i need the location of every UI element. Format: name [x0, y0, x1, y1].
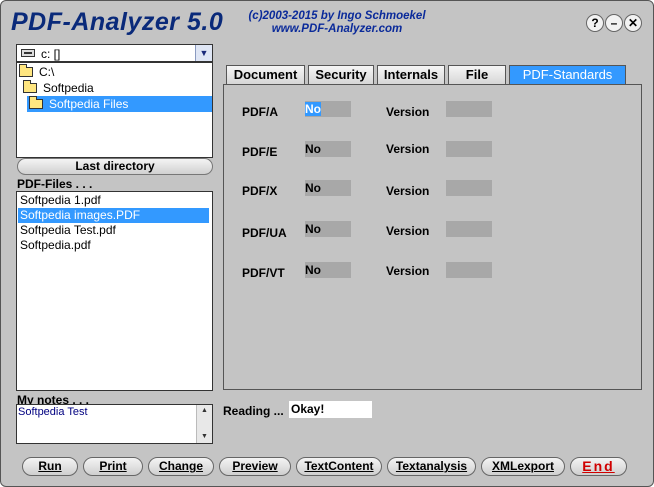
tab-file[interactable]: File — [448, 65, 506, 84]
standard-value-text: No — [305, 263, 321, 277]
standard-label: PDF/VT — [242, 266, 285, 280]
folder-open-icon — [23, 80, 37, 93]
standard-value: No — [305, 180, 351, 196]
file-item[interactable]: Softpedia.pdf — [20, 238, 91, 253]
version-label: Version — [386, 105, 430, 119]
standard-label: PDF/E — [242, 145, 278, 159]
chevron-down-icon[interactable]: ▼ — [195, 45, 212, 61]
drive-select[interactable]: c: [] ▼ — [16, 44, 213, 62]
directory-label: Softpedia Files — [49, 97, 129, 111]
standard-value: No — [305, 141, 351, 157]
directory-item[interactable]: Softpedia — [23, 80, 94, 96]
standard-value: No — [305, 221, 351, 237]
directory-label: C:\ — [39, 65, 55, 79]
standard-label: PDF/X — [242, 184, 278, 198]
version-value — [446, 221, 492, 237]
run-button[interactable]: Run — [22, 457, 78, 476]
version-value — [446, 101, 492, 117]
website-line: www.PDF-Analyzer.com — [271, 23, 403, 35]
file-item[interactable]: Softpedia images.PDF — [18, 208, 209, 223]
standard-value-text: No — [305, 142, 321, 156]
standard-label: PDF/A — [242, 105, 278, 119]
copyright-line: (c)2003-2015 by Ingo Schmoekel — [248, 10, 426, 22]
tab-pdf-standards[interactable]: PDF-Standards — [509, 65, 626, 84]
tab-document[interactable]: Document — [226, 65, 305, 84]
copyright-text: (c)2003-2015 by Ingo Schmoekel www.PDF-A… — [247, 10, 427, 36]
version-label: Version — [386, 184, 430, 198]
notes-text: Softpedia Test — [18, 406, 88, 418]
close-button[interactable]: ✕ — [624, 14, 642, 32]
last-directory-button[interactable]: Last directory — [17, 158, 213, 175]
directory-list[interactable]: C:\ Softpedia Softpedia Files — [16, 62, 213, 158]
pdf-files-label: PDF-Files . . . — [17, 177, 93, 191]
app-title: PDF-Analyzer 5.0 — [11, 8, 224, 36]
notes-textarea[interactable]: Softpedia Test ▲ ▼ — [16, 404, 213, 444]
standard-value-text: No — [305, 222, 321, 236]
version-label: Version — [386, 224, 430, 238]
standard-label: PDF/UA — [242, 226, 287, 240]
reading-status-label: Reading ... — [223, 404, 284, 418]
standard-value-text: No — [305, 181, 321, 195]
scroll-up-icon[interactable]: ▲ — [197, 405, 212, 417]
pdf-standards-panel: PDF/A No Version PDF/E No Version PDF/X … — [223, 84, 642, 390]
file-item[interactable]: Softpedia Test.pdf — [20, 223, 116, 238]
textcontent-button[interactable]: TextContent — [296, 457, 382, 476]
help-button[interactable]: ? — [586, 14, 604, 32]
version-value — [446, 262, 492, 278]
end-button[interactable]: End — [570, 457, 627, 476]
version-value — [446, 180, 492, 196]
tab-security[interactable]: Security — [308, 65, 374, 84]
reading-status-value: Okay! — [289, 401, 372, 418]
xmlexport-button[interactable]: XMLexport — [481, 457, 565, 476]
change-button[interactable]: Change — [148, 457, 214, 476]
standard-value-text: No — [305, 102, 321, 116]
print-button[interactable]: Print — [83, 457, 143, 476]
minimize-button[interactable]: – — [605, 14, 623, 32]
folder-open-icon — [19, 64, 33, 77]
version-label: Version — [386, 264, 430, 278]
file-item[interactable]: Softpedia 1.pdf — [20, 193, 101, 208]
textanalysis-button[interactable]: Textanalysis — [387, 457, 476, 476]
folder-open-icon — [29, 96, 43, 109]
standard-value: No — [305, 262, 351, 278]
drive-icon — [21, 49, 35, 57]
directory-label: Softpedia — [43, 81, 94, 95]
version-value — [446, 141, 492, 157]
app-window: PDF-Analyzer 5.0 (c)2003-2015 by Ingo Sc… — [0, 0, 654, 487]
directory-item[interactable]: C:\ — [19, 64, 54, 80]
drive-value: c: [] — [41, 47, 61, 61]
version-label: Version — [386, 142, 430, 156]
directory-item[interactable]: Softpedia Files — [27, 96, 212, 112]
preview-button[interactable]: Preview — [219, 457, 291, 476]
tab-internals[interactable]: Internals — [377, 65, 445, 84]
standard-value: No — [305, 101, 351, 117]
scroll-down-icon[interactable]: ▼ — [197, 431, 212, 443]
file-list[interactable]: Softpedia 1.pdf Softpedia images.PDF Sof… — [16, 191, 213, 391]
notes-scrollbar[interactable]: ▲ ▼ — [196, 405, 212, 443]
